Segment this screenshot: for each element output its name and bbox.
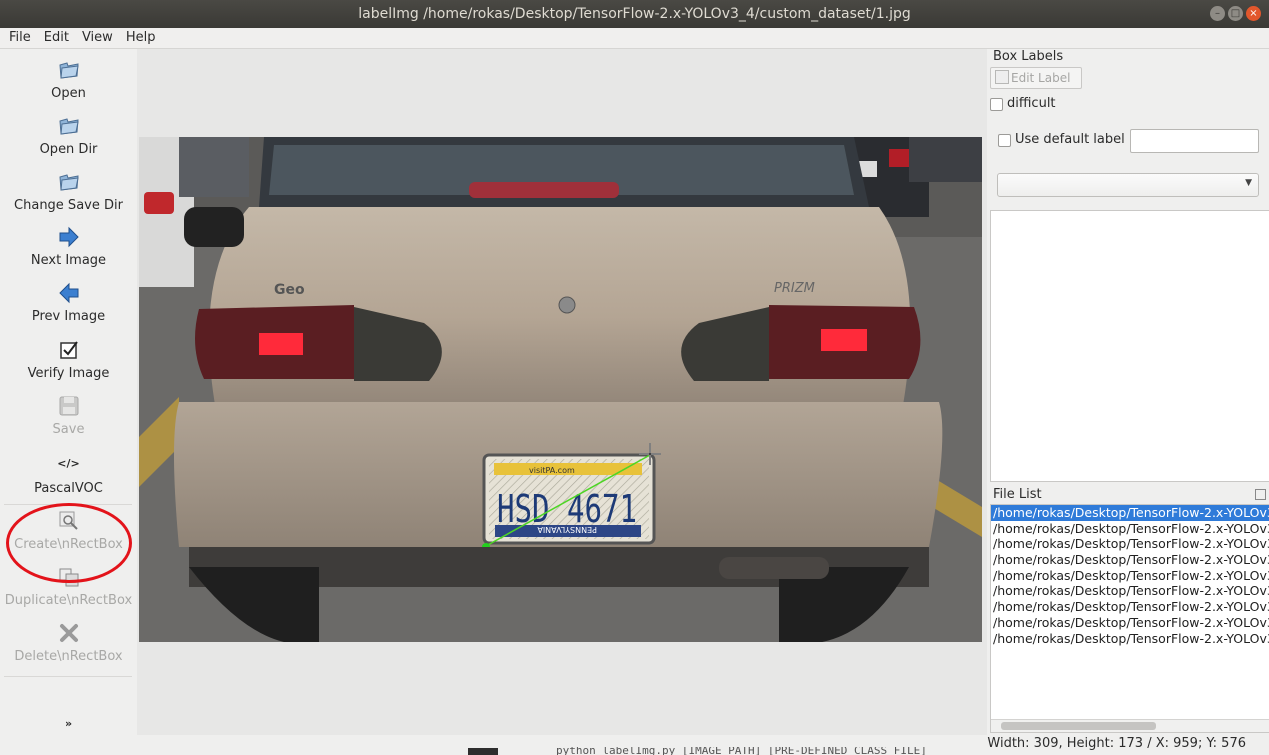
- car-photo[interactable]: Geo PRIZM visitPA.com HSD 4671 PENNSYLVA…: [139, 137, 982, 642]
- arrow-right-icon: [59, 226, 79, 248]
- checkbox-checked-icon: [59, 341, 78, 359]
- edit-label-button[interactable]: Edit Label: [990, 67, 1082, 89]
- file-list-item[interactable]: /home/rokas/Desktop/TensorFlow-2.x-YOLOv…: [991, 521, 1269, 537]
- maximize-button[interactable]: □: [1228, 6, 1243, 21]
- folder-open-icon: [58, 118, 79, 135]
- file-list-item[interactable]: /home/rokas/Desktop/TensorFlow-2.x-YOLOv…: [991, 568, 1269, 584]
- format-pascalvoc-button[interactable]: </> PascalVOC: [0, 453, 137, 496]
- status-text: Width: 309, Height: 173 / X: 959; Y: 576: [987, 736, 1246, 751]
- plate-state-text: PENNSYLVANIA: [537, 525, 597, 534]
- window-titlebar: labelImg /home/rokas/Desktop/TensorFlow-…: [0, 0, 1269, 28]
- edit-label-text: Edit Label: [1011, 71, 1071, 85]
- brand-right-text: PRIZM: [774, 281, 815, 296]
- next-image-label: Next Image: [30, 253, 107, 268]
- open-label: Open: [51, 86, 86, 101]
- open-button[interactable]: Open: [0, 58, 137, 101]
- folder-open-icon: [58, 62, 79, 79]
- difficult-label: difficult: [1007, 96, 1056, 111]
- box-labels-title: Box Labels: [993, 49, 1064, 64]
- annotation-red-circle: [6, 503, 132, 583]
- file-list[interactable]: /home/rokas/Desktop/TensorFlow-2.x-YOLOv…: [990, 504, 1269, 733]
- file-list-item[interactable]: /home/rokas/Desktop/TensorFlow-2.x-YOLOv…: [991, 552, 1269, 568]
- save-button[interactable]: Save: [0, 394, 137, 437]
- minimize-button[interactable]: –: [1210, 6, 1225, 21]
- menu-view[interactable]: View: [74, 28, 118, 48]
- plate-number-text: HSD 4671: [497, 487, 637, 531]
- format-label: PascalVOC: [34, 481, 103, 496]
- verify-image-label: Verify Image: [27, 366, 110, 381]
- box-labels-list[interactable]: [990, 210, 1269, 482]
- file-list-item[interactable]: /home/rokas/Desktop/TensorFlow-2.x-YOLOv…: [991, 536, 1269, 552]
- tools-toolbar: Open Open Dir Change Save Dir Next Image…: [0, 49, 138, 735]
- save-label: Save: [52, 422, 85, 437]
- delete-rectbox-label: Delete\nRectBox: [14, 649, 123, 664]
- pencil-icon: [995, 70, 1009, 84]
- verify-image-button[interactable]: Verify Image: [0, 338, 137, 381]
- car-photo-drawing: Geo PRIZM visitPA.com HSD 4671 PENNSYLVA…: [139, 137, 982, 642]
- undock-icon[interactable]: [1255, 489, 1266, 500]
- file-list-item[interactable]: /home/rokas/Desktop/TensorFlow-2.x-YOLOv…: [991, 631, 1269, 647]
- plate-site-text: visitPA.com: [529, 466, 575, 475]
- terminal-text: python labelImg.py [IMAGE_PATH] [PRE-DEF…: [556, 747, 927, 755]
- folder-open-icon: [58, 174, 79, 191]
- window-controls: – □ ×: [1210, 6, 1261, 21]
- menu-help[interactable]: Help: [118, 28, 161, 48]
- floppy-disk-icon: [59, 396, 78, 416]
- delete-rectbox-button[interactable]: Delete\nRectBox: [0, 621, 137, 664]
- prev-image-label: Prev Image: [31, 309, 106, 324]
- menu-bar: File Edit View Help: [0, 28, 1269, 49]
- change-save-dir-button[interactable]: Change Save Dir: [0, 170, 137, 213]
- delete-x-icon: [59, 624, 78, 642]
- difficult-checkbox[interactable]: [990, 98, 1003, 111]
- file-list-item[interactable]: /home/rokas/Desktop/TensorFlow-2.x-YOLOv…: [991, 599, 1269, 615]
- toolbar-separator: [4, 676, 132, 677]
- duplicate-rectbox-label: Duplicate\nRectBox: [4, 593, 133, 608]
- dropdown-arrow-icon: ▼: [1245, 178, 1252, 188]
- label-combobox[interactable]: ▼: [997, 173, 1259, 197]
- file-list-item[interactable]: /home/rokas/Desktop/TensorFlow-2.x-YOLOv…: [991, 615, 1269, 631]
- close-button[interactable]: ×: [1246, 6, 1261, 21]
- file-list-scrollbar[interactable]: [991, 719, 1269, 732]
- next-image-button[interactable]: Next Image: [0, 225, 137, 268]
- use-default-label-text: Use default label: [1015, 132, 1125, 147]
- file-list-item[interactable]: /home/rokas/Desktop/TensorFlow-2.x-YOLOv…: [991, 583, 1269, 599]
- code-icon: </>: [57, 457, 80, 470]
- menu-edit[interactable]: Edit: [36, 28, 74, 48]
- file-list-item[interactable]: /home/rokas/Desktop/TensorFlow-2.x-YOLOv…: [991, 505, 1269, 521]
- change-save-dir-label: Change Save Dir: [14, 198, 123, 213]
- open-dir-label: Open Dir: [39, 142, 98, 157]
- scrollbar-thumb[interactable]: [1001, 722, 1156, 730]
- open-dir-button[interactable]: Open Dir: [0, 114, 137, 157]
- right-panel: Box Labels Edit Label difficult Use defa…: [987, 49, 1269, 735]
- menu-file[interactable]: File: [0, 28, 36, 48]
- terminal-window-edge: [468, 748, 498, 755]
- prev-image-button[interactable]: Prev Image: [0, 281, 137, 324]
- use-default-label-checkbox[interactable]: [998, 134, 1011, 147]
- file-list-title: File List: [993, 487, 1042, 502]
- arrow-left-icon: [58, 282, 78, 304]
- toolbar-more-chevron-icon[interactable]: »: [0, 717, 137, 730]
- default-label-input[interactable]: [1130, 129, 1259, 153]
- window-title: labelImg /home/rokas/Desktop/TensorFlow-…: [358, 6, 911, 22]
- brand-left-text: Geo: [274, 282, 305, 298]
